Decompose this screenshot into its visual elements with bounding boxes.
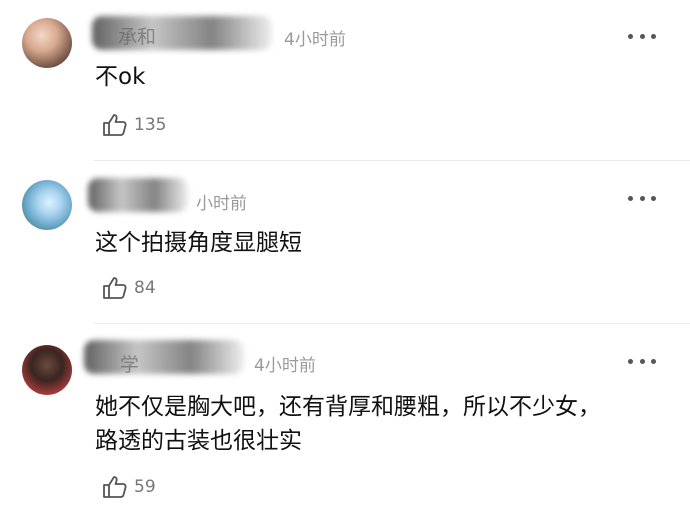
more-dots-icon[interactable]: [628, 193, 656, 203]
timestamp: 4小时前: [254, 356, 316, 376]
like-count: 135: [134, 115, 167, 135]
thumbs-up-icon: [103, 476, 127, 498]
like-button[interactable]: 135: [102, 113, 166, 137]
avatar[interactable]: [22, 18, 72, 68]
divider: [93, 160, 690, 161]
like-button[interactable]: 59: [102, 475, 156, 499]
username-redaction: [88, 178, 188, 212]
comment-text: 不ok: [95, 64, 146, 90]
username[interactable]: 承和: [118, 22, 156, 49]
avatar[interactable]: [22, 180, 72, 230]
comment-text-line: 路透的古装也很壮实: [95, 428, 302, 454]
divider: [93, 323, 690, 324]
comment-text: 这个拍摄角度显腿短: [95, 230, 302, 256]
like-count: 59: [134, 477, 156, 497]
username-redaction: [84, 340, 244, 374]
more-dots-icon[interactable]: [628, 31, 656, 41]
username[interactable]: 学: [120, 350, 139, 377]
like-button[interactable]: 84: [102, 276, 156, 300]
thumbs-up-icon: [103, 277, 127, 299]
comment-text-line: 她不仅是胸大吧，还有背厚和腰粗，所以不少女，: [95, 394, 601, 420]
timestamp: 4小时前: [284, 30, 346, 50]
comment-text: 她不仅是胸大吧，还有背厚和腰粗，所以不少女， 路透的古装也很壮实: [95, 390, 601, 458]
thumbs-up-icon: [103, 114, 127, 136]
avatar[interactable]: [22, 345, 72, 395]
timestamp: 小时前: [196, 194, 247, 214]
more-dots-icon[interactable]: [628, 356, 656, 366]
like-count: 84: [134, 278, 156, 298]
